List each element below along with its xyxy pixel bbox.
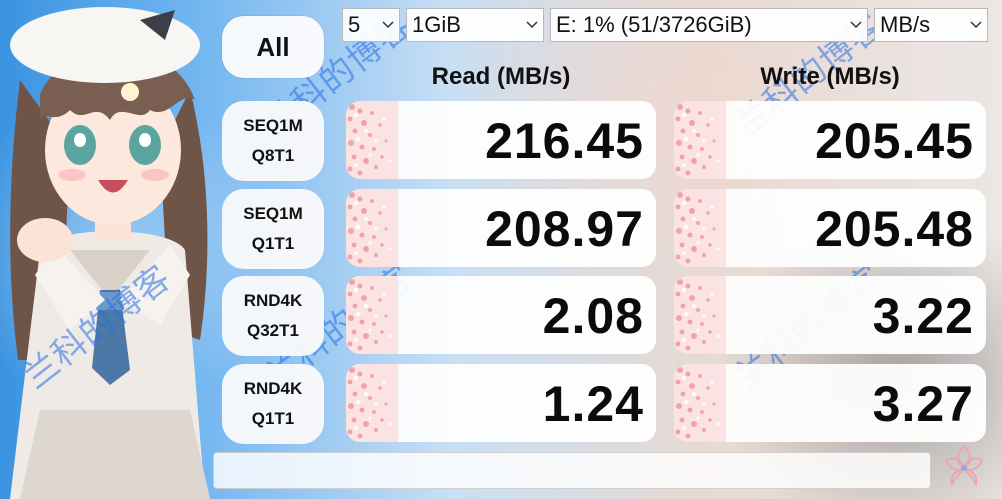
read-value: 208.97 [485,201,644,257]
write-column-header: Write (MB/s) [760,63,900,90]
drive-select[interactable]: E: 1% (51/3726GiB) [550,8,868,42]
read-value: 1.24 [542,376,644,432]
read-value: 2.08 [542,288,644,344]
drive-value: E: 1% (51/3726GiB) [556,12,752,37]
run-all-button[interactable]: All [222,16,324,78]
write-value: 3.27 [872,376,974,432]
read-result: 2.08 [346,276,656,354]
write-value: 205.48 [815,201,974,257]
test-count-value: 5 [348,12,361,37]
status-bar [213,452,931,489]
write-result: 3.27 [674,364,986,442]
chevron-down-icon [969,9,983,41]
chevron-down-icon [525,9,539,41]
read-result: 1.24 [346,364,656,442]
read-result: 208.97 [346,189,656,267]
test-button-rnd4k-q1t1[interactable]: RND4K Q1T1 [222,364,324,444]
write-value: 3.22 [872,288,974,344]
character-illustration [0,0,215,499]
blossom-decoration-icon [674,189,726,267]
test-count-select[interactable]: 5 [342,8,400,42]
blossom-decoration-icon [346,189,398,267]
blossom-decoration-icon [346,276,398,354]
test-name: SEQ1M [243,204,303,223]
test-name: RND4K [243,291,303,310]
write-result: 205.45 [674,101,986,179]
test-name: SEQ1M [243,116,303,135]
test-name: RND4K [243,379,303,398]
test-params: Q32T1 [247,321,299,340]
unit-select[interactable]: MB/s [874,8,988,42]
read-result: 216.45 [346,101,656,179]
write-value: 205.45 [815,113,974,169]
test-size-value: 1GiB [412,12,461,37]
test-params: Q1T1 [251,234,295,253]
write-result: 205.48 [674,189,986,267]
read-value: 216.45 [485,113,644,169]
blossom-decoration-icon [346,364,398,442]
chevron-down-icon [381,9,395,41]
blossom-decoration-icon [674,276,726,354]
unit-value: MB/s [880,12,931,37]
test-params: Q1T1 [251,409,295,428]
test-button-rnd4k-q32t1[interactable]: RND4K Q32T1 [222,276,324,356]
app-logo-icon[interactable] [936,440,992,492]
test-params: Q8T1 [251,146,295,165]
blossom-decoration-icon [674,101,726,179]
blossom-decoration-icon [346,101,398,179]
test-size-select[interactable]: 1GiB [406,8,544,42]
read-column-header: Read (MB/s) [431,63,571,90]
test-button-seq1m-q1t1[interactable]: SEQ1M Q1T1 [222,189,324,269]
chevron-down-icon [849,9,863,41]
blossom-decoration-icon [674,364,726,442]
write-result: 3.22 [674,276,986,354]
test-button-seq1m-q8t1[interactable]: SEQ1M Q8T1 [222,101,324,181]
